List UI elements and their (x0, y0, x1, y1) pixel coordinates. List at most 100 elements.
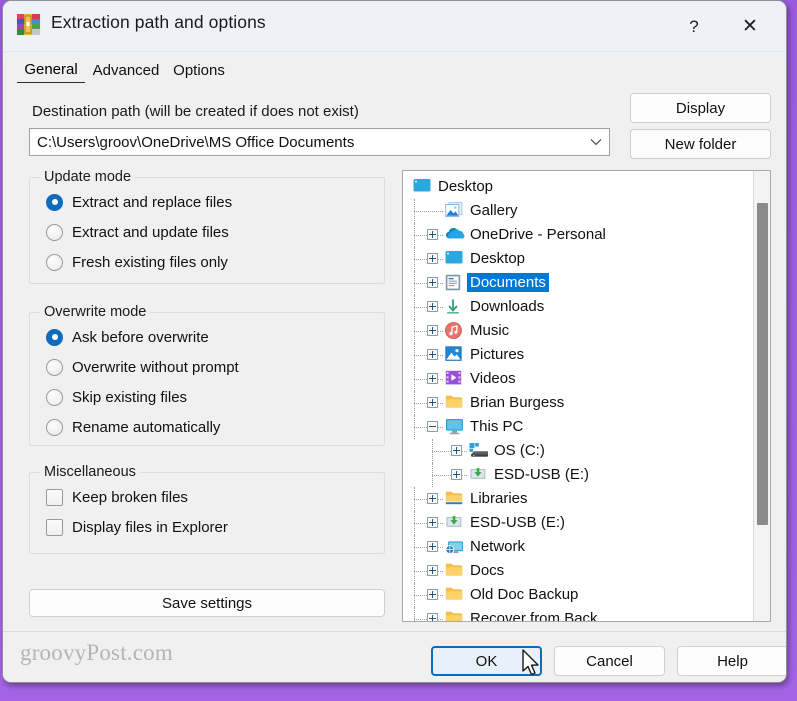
radio-extract-and-replace-files[interactable]: Extract and replace files (46, 191, 232, 213)
winrar-books-icon (15, 12, 42, 37)
save-settings-button[interactable]: Save settings (29, 589, 385, 617)
tree-item-label: Downloads (470, 298, 545, 315)
extraction-options-dialog: Extraction path and options ? ✕ General … (2, 0, 787, 683)
cancel-button[interactable]: Cancel (554, 646, 665, 676)
expand-icon[interactable] (427, 349, 438, 360)
tree-item-brian-burgess[interactable]: Brian Burgess (403, 391, 751, 415)
tree-item-onedrive-personal[interactable]: OneDrive - Personal (403, 223, 751, 247)
expand-icon[interactable] (427, 565, 438, 576)
mouse-cursor (521, 649, 541, 679)
checkbox-display-files-in-explorer[interactable]: Display files in Explorer (46, 516, 228, 538)
expand-icon[interactable] (427, 397, 438, 408)
radio-indicator (46, 193, 63, 211)
tree-item-esd-usb-e[interactable]: ESD-USB (E:) (403, 511, 751, 535)
expand-icon[interactable] (427, 589, 438, 600)
tree-item-label: Docs (470, 562, 505, 579)
desktop-icon (413, 178, 433, 196)
tree-item-old-doc-backup[interactable]: Old Doc Backup (403, 583, 751, 607)
onedrive-icon (445, 226, 465, 244)
tree-item-videos[interactable]: Videos (403, 367, 751, 391)
radio-overwrite-without-prompt[interactable]: Overwrite without prompt (46, 356, 239, 378)
tree-item-esd-usb-e[interactable]: ESD-USB (E:) (403, 463, 751, 487)
tree-item-downloads[interactable]: Downloads (403, 295, 751, 319)
overwrite-mode-title: Overwrite mode (40, 304, 151, 320)
tree-item-network[interactable]: Network (403, 535, 751, 559)
usb-drive-icon (469, 466, 489, 484)
tree-item-this-pc[interactable]: This PC (403, 415, 751, 439)
tree-item-label: Desktop (438, 178, 494, 195)
usb-drive-icon (445, 514, 465, 532)
tree-item-label: Music (470, 322, 510, 339)
expand-icon[interactable] (427, 517, 438, 528)
expand-icon[interactable] (427, 229, 438, 240)
expand-icon[interactable] (427, 325, 438, 336)
tree-item-label: Gallery (470, 202, 518, 219)
chevron-down-icon[interactable] (583, 129, 609, 155)
titlebar-help-button[interactable]: ? (666, 1, 722, 52)
radio-ask-before-overwrite[interactable]: Ask before overwrite (46, 326, 209, 348)
expand-icon[interactable] (451, 445, 462, 456)
expand-icon[interactable] (451, 469, 462, 480)
title-bar: Extraction path and options ? ✕ (3, 1, 786, 52)
tree-item-label: Videos (470, 370, 516, 387)
tree-item-label: Recover from Back (470, 610, 598, 622)
expand-icon[interactable] (427, 613, 438, 621)
radio-skip-existing-files[interactable]: Skip existing files (46, 386, 187, 408)
tree-item-os-c[interactable]: OS (C:) (403, 439, 751, 463)
tree-item-label: Brian Burgess (470, 394, 565, 411)
folder-icon (445, 562, 465, 580)
radio-label: Rename automatically (72, 418, 221, 436)
close-icon[interactable]: ✕ (722, 1, 778, 52)
tab-options[interactable]: Options (167, 56, 231, 84)
checkbox-label: Display files in Explorer (72, 518, 228, 536)
radio-label: Extract and replace files (72, 193, 233, 211)
tree-item-label: Desktop (470, 250, 526, 267)
tree-item-desktop[interactable]: Desktop (403, 175, 751, 199)
gallery-icon (445, 202, 465, 220)
tab-advanced[interactable]: Advanced (87, 56, 165, 84)
checkbox-label: Keep broken files (72, 488, 188, 506)
overwrite-mode-group: Overwrite mode Ask before overwrite Over… (29, 304, 385, 446)
tree-item-recover-from-back[interactable]: Recover from Back (403, 607, 751, 622)
radio-indicator (46, 328, 63, 346)
destination-path-input[interactable]: C:\Users\groov\OneDrive\MS Office Docume… (30, 134, 583, 151)
expand-icon[interactable] (427, 253, 438, 264)
tree-item-desktop[interactable]: Desktop (403, 247, 751, 271)
tree-scrollbar[interactable] (753, 171, 770, 621)
radio-indicator (46, 358, 63, 376)
tree-item-libraries[interactable]: Libraries (403, 487, 751, 511)
tree-item-label: Old Doc Backup (470, 586, 579, 603)
radio-label: Fresh existing files only (72, 253, 228, 271)
tree-item-label: This PC (470, 418, 524, 435)
tree-item-label: ESD-USB (E:) (470, 514, 566, 531)
tree-item-music[interactable]: Music (403, 319, 751, 343)
tree-connector (414, 211, 443, 212)
checkbox-keep-broken-files[interactable]: Keep broken files (46, 486, 188, 508)
tree-item-pictures[interactable]: Pictures (403, 343, 751, 367)
folder-tree-rows: Desktop Gallery OneDrive - Personal Desktop… (403, 171, 751, 621)
help-button[interactable]: Help (677, 646, 786, 676)
radio-rename-automatically[interactable]: Rename automatically (46, 416, 220, 438)
expand-icon[interactable] (427, 277, 438, 288)
collapse-icon[interactable] (427, 421, 438, 432)
tree-item-label: Libraries (470, 490, 528, 507)
display-button[interactable]: Display (630, 93, 771, 123)
radio-fresh-existing-files-only[interactable]: Fresh existing files only (46, 251, 228, 273)
radio-extract-and-update-files[interactable]: Extract and update files (46, 221, 229, 243)
expand-icon[interactable] (427, 301, 438, 312)
expand-icon[interactable] (427, 541, 438, 552)
tree-item-gallery[interactable]: Gallery (403, 199, 751, 223)
folder-tree[interactable]: Desktop Gallery OneDrive - Personal Desktop… (402, 170, 771, 622)
folder-icon (445, 610, 465, 621)
tree-item-documents[interactable]: Documents (403, 271, 751, 295)
tab-general[interactable]: General (17, 56, 85, 84)
checkbox-indicator (46, 488, 63, 506)
tree-item-docs[interactable]: Docs (403, 559, 751, 583)
expand-icon[interactable] (427, 373, 438, 384)
tree-scrollbar-thumb[interactable] (757, 203, 768, 525)
expand-icon[interactable] (427, 493, 438, 504)
tree-item-label: OS (C:) (494, 442, 545, 459)
destination-path-combobox[interactable]: C:\Users\groov\OneDrive\MS Office Docume… (29, 128, 610, 156)
checkbox-indicator (46, 518, 63, 536)
new-folder-button[interactable]: New folder (630, 129, 771, 159)
